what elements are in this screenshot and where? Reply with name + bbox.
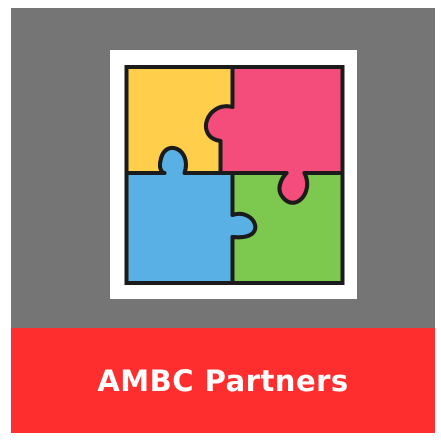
logo-tile [110,50,357,299]
company-name: AMBC Partners [97,363,349,398]
title-banner: AMBC Partners [11,328,435,433]
logo-card: AMBC Partners [0,0,441,441]
logo-background [11,8,435,328]
puzzle-pieces-icon [124,65,345,285]
logo-panel: AMBC Partners [11,8,435,433]
